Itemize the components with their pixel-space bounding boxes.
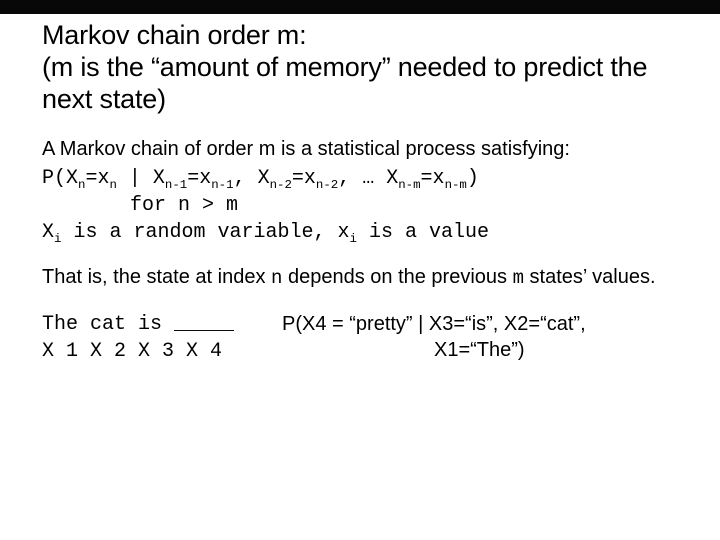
eq-text: =x bbox=[292, 167, 316, 190]
inline-code-n: n bbox=[271, 267, 282, 289]
slide: Markov chain order m: (m is the “amount … bbox=[0, 0, 720, 540]
eq-sub: n-1 bbox=[165, 178, 187, 192]
xi-text: X bbox=[42, 221, 54, 244]
eq-sub: n-2 bbox=[316, 178, 338, 192]
eq-text: , X bbox=[234, 167, 270, 190]
example-line-1: The cat is _____ bbox=[42, 311, 282, 338]
definition-sentence: A Markov chain of order m is a statistic… bbox=[42, 136, 678, 163]
example-sentence: The cat is _____ X 1 X 2 X 3 X 4 bbox=[42, 311, 282, 365]
xi-text: is a random variable, x bbox=[61, 221, 349, 244]
eq-text: P(X bbox=[42, 167, 78, 190]
eq-text: ) bbox=[467, 167, 479, 190]
eq-sub: n-m bbox=[398, 178, 420, 192]
eq-text: =x bbox=[187, 167, 211, 190]
text: That is, the state at index bbox=[42, 266, 271, 288]
eq-sub: n-1 bbox=[211, 178, 233, 192]
example-line-2: X 1 X 2 X 3 X 4 bbox=[42, 338, 282, 365]
example-row: The cat is _____ X 1 X 2 X 3 X 4 P(X4 = … bbox=[42, 311, 678, 365]
prob-line-2: X1=“The”) bbox=[282, 337, 678, 363]
example-probability: P(X4 = “pretty” | X3=“is”, X2=“cat”, X1=… bbox=[282, 311, 678, 363]
explanation-sentence: That is, the state at index n depends on… bbox=[42, 264, 678, 292]
prob-line-1: P(X4 = “pretty” | X3=“is”, X2=“cat”, bbox=[282, 311, 678, 337]
xi-sub: i bbox=[350, 232, 357, 246]
inline-code-m: m bbox=[513, 267, 524, 289]
eq-sub: n bbox=[109, 178, 116, 192]
probability-equation: P(Xn=xn | Xn-1=xn-1, Xn-2=xn-2, … Xn-m=x… bbox=[42, 165, 678, 192]
slide-body: A Markov chain of order m is a statistic… bbox=[42, 136, 678, 366]
top-accent-bar bbox=[0, 0, 720, 14]
eq-sub: n-2 bbox=[270, 178, 292, 192]
eq-text: =x bbox=[421, 167, 445, 190]
eq-text: | X bbox=[117, 167, 165, 190]
text: depends on the previous bbox=[282, 266, 512, 288]
for-clause: for n > m bbox=[42, 192, 678, 219]
eq-text: , … X bbox=[338, 167, 398, 190]
title-line-1: Markov chain order m: bbox=[42, 20, 678, 52]
title-line-2: (m is the “amount of memory” needed to p… bbox=[42, 52, 678, 116]
eq-text: =x bbox=[85, 167, 109, 190]
eq-sub: n-m bbox=[445, 178, 467, 192]
slide-title: Markov chain order m: (m is the “amount … bbox=[42, 20, 678, 116]
xi-text: is a value bbox=[357, 221, 489, 244]
variable-note: Xi is a random variable, xi is a value bbox=[42, 219, 678, 246]
text: states’ values. bbox=[524, 266, 656, 288]
